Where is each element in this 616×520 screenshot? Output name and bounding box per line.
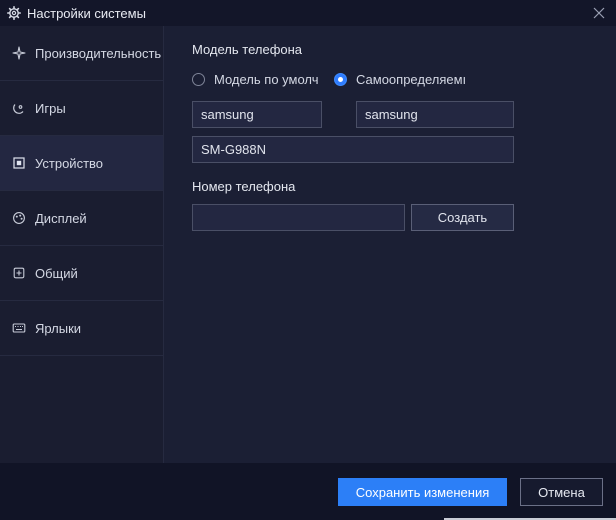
sidebar-item-games[interactable]: Игры xyxy=(0,81,163,136)
phone-model-heading: Модель телефона xyxy=(192,42,303,57)
gamepad-icon xyxy=(12,101,26,115)
sparkle-icon xyxy=(12,46,26,60)
custom-model-label[interactable]: Самоопределяемı xyxy=(356,72,468,87)
manufacturer-input[interactable]: samsung xyxy=(356,101,514,128)
phone-number-heading: Номер телефона xyxy=(192,179,296,194)
sidebar-item-label: Ярлыки xyxy=(35,320,82,336)
custom-model-radio[interactable] xyxy=(334,73,347,86)
phone-model-options: Модель по умолч Самоопределяемı xyxy=(192,72,468,87)
phone-number-input[interactable] xyxy=(192,204,405,231)
device-icon xyxy=(12,156,26,170)
sidebar-item-shortcuts[interactable]: Ярлыки xyxy=(0,301,163,356)
sidebar-item-general[interactable]: Общий xyxy=(0,246,163,301)
sidebar-item-label: Устройство xyxy=(35,155,104,171)
window-title: Настройки системы xyxy=(27,5,146,21)
settings-window: Настройки системы Производительность Игр… xyxy=(0,0,616,520)
close-icon[interactable] xyxy=(592,6,606,20)
default-model-radio[interactable] xyxy=(192,73,205,86)
device-settings-panel: Модель телефона Модель по умолч Самоопре… xyxy=(165,26,616,463)
cancel-button[interactable]: Отмена xyxy=(520,478,603,506)
sidebar-item-display[interactable]: Дисплей xyxy=(0,191,163,246)
title-bar: Настройки системы xyxy=(0,0,616,26)
sidebar-item-performance[interactable]: Производительность xyxy=(0,26,163,81)
sidebar-item-label: Дисплей xyxy=(35,210,87,226)
default-model-label[interactable]: Модель по умолч xyxy=(214,72,332,87)
model-input[interactable]: SM-G988N xyxy=(192,136,514,163)
general-icon xyxy=(12,266,26,280)
save-changes-button[interactable]: Сохранить изменения xyxy=(338,478,507,506)
display-icon xyxy=(12,211,26,225)
generate-button[interactable]: Создать xyxy=(411,204,514,231)
brand-input[interactable]: samsung xyxy=(192,101,322,128)
sidebar-item-label: Игры xyxy=(35,100,66,116)
sidebar-item-label: Общий xyxy=(35,265,78,281)
sidebar: Производительность Игры Устройство Диспл… xyxy=(0,26,164,463)
sidebar-item-label: Производительность xyxy=(35,45,162,61)
gear-icon xyxy=(7,6,21,20)
keyboard-icon xyxy=(12,321,26,335)
sidebar-item-device[interactable]: Устройство xyxy=(0,136,163,191)
